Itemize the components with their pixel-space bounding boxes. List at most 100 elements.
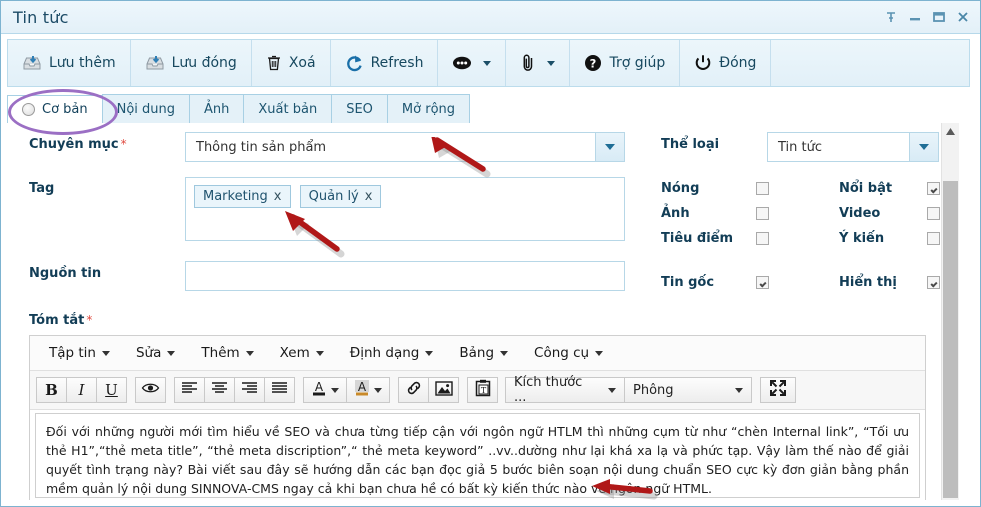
checkbox[interactable] — [927, 232, 940, 245]
checkbox[interactable] — [756, 276, 769, 289]
underline-button[interactable]: U — [96, 377, 127, 403]
flag-y-kien[interactable]: Ý kiến — [839, 231, 959, 246]
toolbar-save-close-button[interactable]: Lưu đóng — [131, 40, 252, 86]
pin-icon[interactable] — [884, 10, 898, 24]
chevron-down-icon[interactable] — [547, 60, 556, 66]
bold-button[interactable]: B — [36, 377, 67, 403]
tab-co-ban[interactable]: Cơ bản — [7, 95, 103, 124]
tag-chip[interactable]: Marketing x — [194, 185, 291, 208]
tab-noi-dung[interactable]: Nội dung — [101, 94, 191, 123]
chevron-down-icon[interactable] — [331, 387, 339, 393]
font-family-label: Phông — [633, 382, 674, 398]
scrollbar-thumb[interactable] — [943, 181, 958, 498]
fullscreen-button[interactable] — [760, 377, 796, 403]
flag-label: Hiển thị — [839, 275, 897, 290]
checkbox[interactable] — [756, 232, 769, 245]
editor-menu-xem[interactable]: Xem — [267, 345, 337, 361]
category-select[interactable]: Thông tin sản phẩm — [185, 132, 625, 162]
maximize-icon[interactable] — [932, 10, 946, 24]
editor-body-text: Đối với những người mới tìm hiểu về SEO … — [46, 424, 909, 496]
editor-menubar: Tập tin Sửa Thêm Xem Định dạng Bảng Công… — [30, 336, 925, 371]
checkbox[interactable] — [927, 182, 940, 195]
toolbar-refresh-button[interactable]: Refresh — [331, 40, 439, 86]
font-size-select[interactable]: Kích thước ... — [505, 375, 625, 405]
format-group-color: A A — [303, 377, 390, 403]
flag-label: Tiêu điểm — [661, 231, 734, 246]
editor-menu-tap-tin[interactable]: Tập tin — [36, 345, 123, 361]
editor-menu-cong-cu[interactable]: Công cụ — [521, 345, 616, 361]
insert-image-button[interactable] — [428, 377, 459, 403]
align-left-button[interactable] — [174, 377, 205, 403]
toolbar-close-label: Đóng — [719, 55, 757, 71]
close-icon[interactable]: x — [365, 189, 373, 204]
menu-label: Tập tin — [49, 345, 96, 361]
flag-noi-bat[interactable]: Nổi bật — [839, 181, 959, 196]
text-color-button[interactable]: A — [303, 377, 347, 403]
toolbar-delete-button[interactable]: Xoá — [252, 40, 331, 86]
flag-tin-goc[interactable]: Tin gốc — [661, 275, 781, 290]
checkbox[interactable] — [927, 207, 940, 220]
power-icon — [694, 54, 712, 72]
chevron-down-icon[interactable] — [483, 60, 492, 66]
align-justify-button[interactable] — [264, 377, 295, 403]
italic-button[interactable]: I — [66, 377, 97, 403]
tab-strip: Cơ bản Nội dung Ảnh Xuất bản SEO Mở rộng — [7, 93, 970, 124]
checkbox[interactable] — [756, 207, 769, 220]
align-center-button[interactable] — [204, 377, 235, 403]
insert-link-button[interactable] — [398, 377, 429, 403]
close-icon[interactable]: x — [274, 189, 282, 204]
toolbar-more-button[interactable] — [438, 40, 507, 86]
checkbox[interactable] — [927, 276, 940, 289]
vertical-scrollbar[interactable] — [941, 123, 959, 500]
flag-nong[interactable]: Nóng — [661, 181, 781, 196]
toolbar-close-button[interactable]: Đóng — [680, 40, 772, 86]
minimize-icon[interactable] — [908, 10, 922, 24]
tab-xuat-ban[interactable]: Xuất bản — [243, 94, 333, 123]
editor-content-area[interactable]: Đối với những người mới tìm hiểu về SEO … — [35, 413, 920, 498]
checkbox[interactable] — [756, 182, 769, 195]
format-group-basic: B I U — [36, 377, 127, 403]
flag-label: Nổi bật — [839, 181, 893, 196]
tag-chip[interactable]: Quản lý x — [299, 185, 382, 208]
toolbar-attachment-button[interactable] — [506, 40, 571, 86]
editor-menu-sua[interactable]: Sửa — [123, 345, 188, 361]
tab-mo-rong[interactable]: Mở rộng — [386, 94, 471, 123]
help-icon: ? — [584, 54, 602, 72]
chevron-down-icon — [595, 350, 604, 356]
chevron-down-icon[interactable] — [374, 387, 382, 393]
image-icon — [434, 380, 453, 400]
font-family-select[interactable]: Phông — [624, 377, 752, 403]
format-group-fullscreen — [760, 377, 796, 403]
chevron-down-icon[interactable] — [909, 133, 938, 161]
flag-anh[interactable]: Ảnh — [661, 206, 781, 221]
tag-input-box[interactable]: Marketing x Quản lý x — [185, 177, 625, 241]
toolbar-help-button[interactable]: ? Trợ giúp — [570, 40, 681, 86]
background-color-button[interactable]: A — [346, 377, 390, 403]
close-icon[interactable] — [956, 10, 970, 24]
scroll-up-button[interactable] — [942, 123, 959, 140]
flag-tieu-diem[interactable]: Tiêu điểm — [661, 231, 781, 246]
align-right-button[interactable] — [234, 377, 265, 403]
flag-video[interactable]: Video — [839, 206, 959, 221]
tab-anh[interactable]: Ảnh — [189, 94, 245, 123]
editor-menu-dinh-dang[interactable]: Định dạng — [337, 345, 447, 361]
type-select[interactable]: Tin tức — [767, 132, 939, 162]
menu-label: Bảng — [459, 345, 495, 361]
toolbar-save-add-button[interactable]: Lưu thêm — [8, 40, 131, 86]
preview-button[interactable] — [135, 377, 166, 403]
paste-as-text-button[interactable]: T — [467, 377, 498, 403]
underline-icon: U — [105, 381, 118, 399]
source-input[interactable] — [185, 261, 625, 291]
chevron-down-icon[interactable] — [595, 133, 624, 161]
flag-label: Tin gốc — [661, 275, 715, 290]
summary-label: Tóm tắt — [29, 313, 85, 328]
editor-format-toolbar: B I U A A T Kích thước ... Phông — [30, 371, 925, 410]
flag-hien-thi[interactable]: Hiển thị — [839, 275, 959, 290]
tab-seo[interactable]: SEO — [331, 94, 388, 123]
align-right-icon — [241, 381, 258, 399]
editor-menu-them[interactable]: Thêm — [188, 345, 266, 361]
toolbar-save-add-label: Lưu thêm — [49, 55, 116, 71]
application-window: Tin tức Lưu thêm Lưu đóng Xoá Refresh ? … — [0, 0, 981, 507]
editor-menu-bang[interactable]: Bảng — [446, 345, 521, 361]
